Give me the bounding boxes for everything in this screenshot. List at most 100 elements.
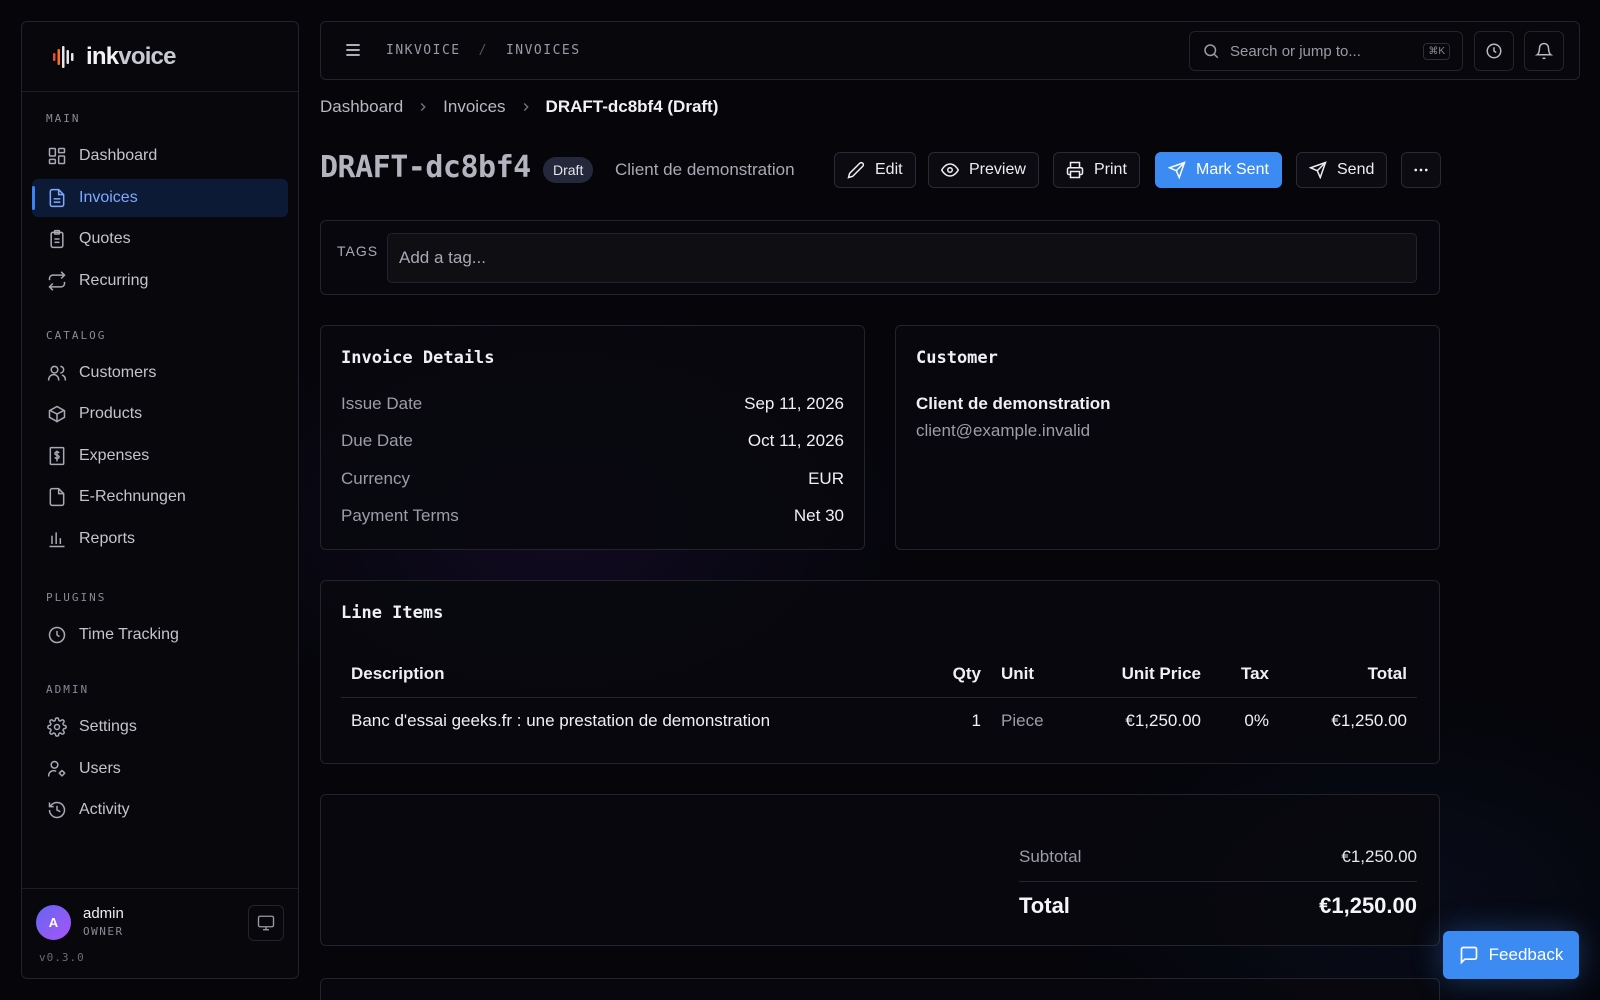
file-icon: [49, 487, 65, 507]
edit-button[interactable]: Edit: [834, 152, 916, 188]
detail-value: Oct 11, 2026: [747, 431, 844, 450]
send-icon: [1168, 161, 1186, 179]
top-bar: INKVOICE / INVOICES Search or jump to...…: [320, 21, 1580, 80]
logo-waveform-icon: [53, 45, 74, 68]
eye-icon: [941, 163, 959, 177]
sidebar-item-settings[interactable]: Settings: [32, 708, 288, 746]
customer-name[interactable]: Client de demonstration: [916, 394, 1111, 414]
nav-section-main: MAIN: [46, 112, 81, 125]
detail-value: EUR: [808, 469, 844, 488]
total-row: Total €1,250.00: [1019, 893, 1417, 919]
user-cog-icon: [47, 760, 66, 777]
notifications-button[interactable]: [1524, 31, 1564, 71]
detail-key: Payment Terms: [341, 506, 459, 525]
receipt-icon: [49, 446, 65, 466]
detail-value: Sep 11, 2026: [744, 394, 844, 413]
table-row[interactable]: Banc d'essai geeks.fr : une prestation d…: [341, 697, 1417, 745]
recent-button[interactable]: [1474, 31, 1514, 71]
top-crumb-app[interactable]: INKVOICE: [386, 43, 461, 58]
sidebar-item-label: Products: [79, 405, 143, 422]
col-tax: Tax: [1211, 651, 1279, 698]
preview-button[interactable]: Preview: [928, 152, 1039, 188]
col-unit: Unit: [991, 651, 1101, 698]
detail-key: Due Date: [341, 431, 413, 450]
invoice-details-panel: Invoice Details Issue Date Sep 11, 2026 …: [320, 325, 865, 550]
status-badge: Draft: [543, 157, 594, 183]
sidebar-item-activity[interactable]: Activity: [32, 791, 288, 829]
bell-icon: [1535, 42, 1553, 60]
sidebar-item-time-tracking[interactable]: Time Tracking: [32, 616, 288, 654]
sidebar-item-invoices[interactable]: Invoices: [32, 179, 288, 217]
tag-input[interactable]: Add a tag...: [387, 233, 1417, 283]
sidebar: inkvoice MAIN Dashboard Invoices Quotes …: [21, 21, 299, 979]
sidebar-item-label: Settings: [79, 718, 137, 735]
repeat-icon: [48, 271, 66, 291]
gear-icon: [47, 717, 67, 737]
line-items-title: Line Items: [341, 603, 444, 623]
sidebar-footer: A admin OWNER v0.3.0: [22, 888, 298, 978]
sidebar-item-label: Expenses: [79, 447, 150, 464]
menu-toggle-button[interactable]: [343, 40, 363, 60]
sidebar-item-products[interactable]: Products: [32, 395, 288, 433]
nav-section-admin: ADMIN: [46, 683, 90, 696]
top-crumb-section[interactable]: INVOICES: [506, 43, 581, 58]
print-button[interactable]: Print: [1053, 152, 1140, 188]
feedback-label: Feedback: [1488, 945, 1564, 964]
sidebar-item-recurring[interactable]: Recurring: [32, 262, 288, 300]
mark-sent-label: Mark Sent: [1196, 161, 1269, 178]
more-horizontal-icon: [1414, 168, 1428, 172]
sidebar-item-label: Activity: [79, 801, 130, 818]
detail-key: Issue Date: [341, 394, 423, 413]
user-name: admin: [83, 905, 124, 922]
feedback-button[interactable]: Feedback: [1443, 931, 1579, 979]
clock-icon: [48, 626, 66, 644]
search-input[interactable]: Search or jump to... ⌘K: [1189, 31, 1463, 71]
col-description: Description: [341, 651, 941, 698]
package-icon: [48, 405, 66, 423]
header-customer-name[interactable]: Client de demonstration: [615, 160, 795, 180]
col-qty: Qty: [941, 651, 991, 698]
sidebar-item-customers[interactable]: Customers: [32, 354, 288, 392]
detail-row-currency: Currency EUR: [341, 469, 844, 489]
cell-tax: 0%: [1244, 711, 1269, 731]
logo-text: inkvoice: [86, 42, 176, 70]
sidebar-item-label: Time Tracking: [79, 626, 179, 643]
search-shortcut: ⌘K: [1423, 43, 1450, 60]
breadcrumb-invoices[interactable]: Invoices: [443, 97, 505, 117]
totals-panel: Subtotal €1,250.00 Total €1,250.00: [320, 794, 1440, 946]
subtotal-label: Subtotal: [1019, 847, 1082, 866]
send-icon: [1309, 161, 1327, 179]
send-button[interactable]: Send: [1296, 152, 1388, 188]
total-value: €1,250.00: [1319, 893, 1417, 918]
sidebar-item-label: E-Rechnungen: [79, 488, 186, 505]
col-unit-price: Unit Price: [1101, 651, 1211, 698]
top-breadcrumb: INKVOICE / INVOICES: [386, 43, 581, 58]
subtotal-row: Subtotal €1,250.00: [1019, 847, 1417, 867]
cell-qty: 1: [971, 711, 981, 731]
breadcrumb: Dashboard Invoices DRAFT-dc8bf4 (Draft): [320, 97, 718, 117]
sidebar-item-label: Dashboard: [79, 147, 158, 164]
sidebar-item-users[interactable]: Users: [32, 750, 288, 788]
customer-email[interactable]: client@example.invalid: [916, 421, 1090, 441]
theme-toggle-button[interactable]: [248, 905, 284, 941]
more-actions-button[interactable]: [1401, 152, 1441, 188]
cell-total: €1,250.00: [1331, 711, 1407, 731]
monitor-icon: [257, 915, 275, 931]
avatar[interactable]: A: [36, 905, 71, 940]
sidebar-item-reports[interactable]: Reports: [32, 520, 288, 558]
sidebar-item-e-rechnungen[interactable]: E-Rechnungen: [32, 478, 288, 516]
users-icon: [47, 365, 67, 381]
clipboard-icon: [50, 229, 64, 249]
logo[interactable]: inkvoice: [22, 22, 298, 92]
sidebar-item-label: Quotes: [79, 230, 131, 247]
sidebar-item-dashboard[interactable]: Dashboard: [32, 137, 288, 175]
breadcrumb-current: DRAFT-dc8bf4 (Draft): [545, 97, 719, 116]
message-square-icon: [1460, 946, 1477, 965]
mark-sent-button[interactable]: Mark Sent: [1155, 152, 1282, 188]
search-icon: [1204, 44, 1219, 59]
sidebar-item-quotes[interactable]: Quotes: [32, 220, 288, 258]
history-icon: [48, 801, 66, 819]
breadcrumb-dashboard[interactable]: Dashboard: [320, 97, 403, 117]
sidebar-item-expenses[interactable]: Expenses: [32, 437, 288, 475]
user-role: OWNER: [83, 925, 124, 938]
